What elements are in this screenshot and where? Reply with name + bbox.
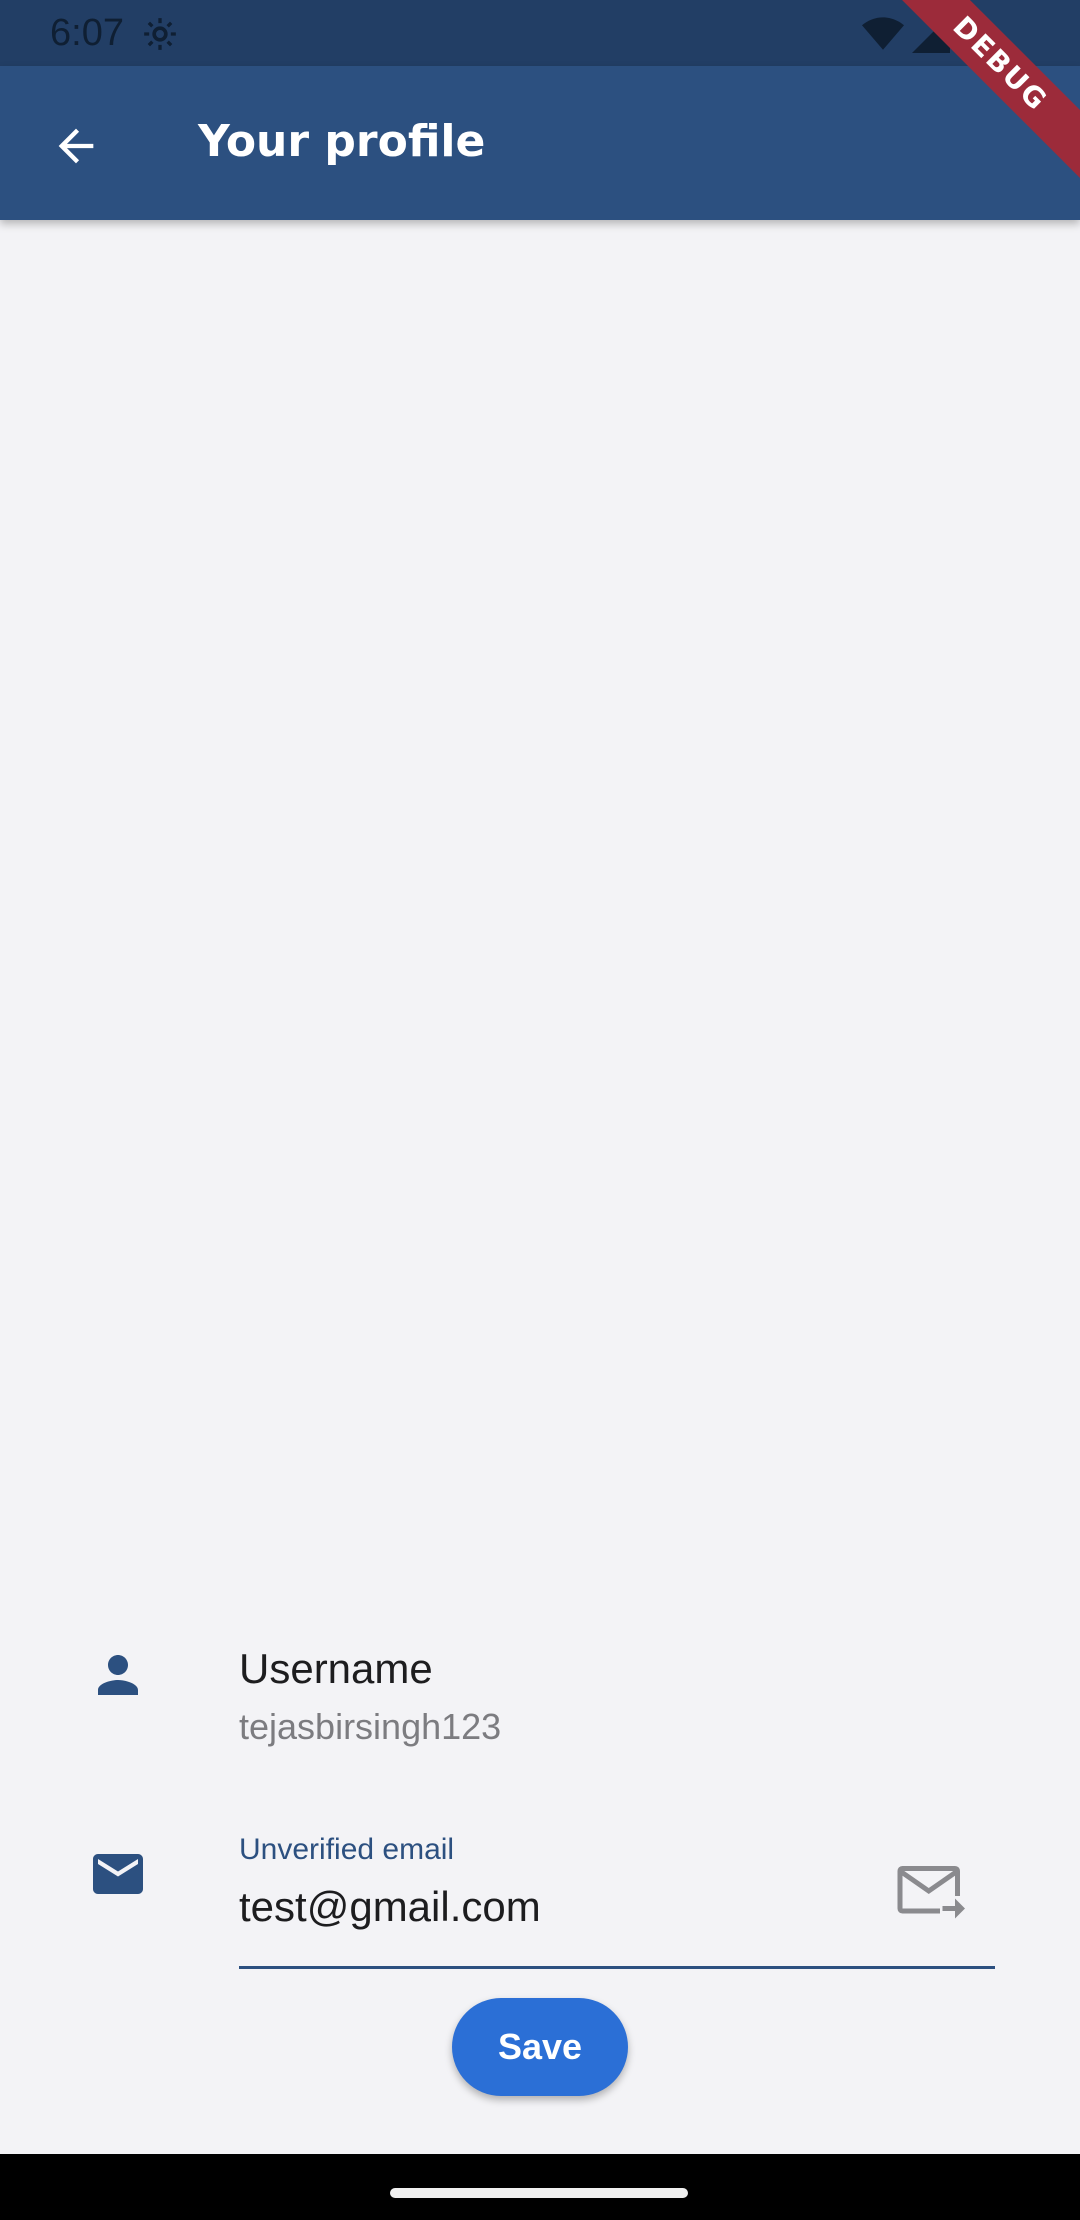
email-field-label: Unverified email (239, 1833, 455, 1866)
email-field[interactable]: Unverified email (239, 1833, 995, 1969)
status-bar: 6:07 (0, 0, 1080, 66)
wifi-icon (862, 17, 904, 50)
status-time: 6:07 (50, 12, 124, 54)
send-verification-button[interactable] (895, 1861, 965, 1921)
username-label: Username (239, 1645, 433, 1692)
username-value: tejasbirsingh123 (239, 1706, 502, 1747)
app-bar: Your profile (0, 66, 1080, 220)
gear-icon (144, 18, 176, 50)
home-indicator[interactable] (390, 2188, 688, 2198)
signal-icon (912, 15, 950, 53)
back-button[interactable] (40, 110, 112, 182)
save-button[interactable]: Save (452, 1998, 628, 2096)
arrow-back-icon (58, 128, 94, 164)
email-input[interactable] (239, 1877, 839, 1937)
mail-forward-icon (897, 1866, 965, 1919)
system-nav-bar (0, 2154, 1080, 2220)
person-icon (98, 1655, 138, 1695)
page-title: Your profile (198, 116, 486, 167)
email-icon (93, 1854, 143, 1894)
status-icons (862, 14, 980, 54)
battery-icon (958, 15, 980, 53)
